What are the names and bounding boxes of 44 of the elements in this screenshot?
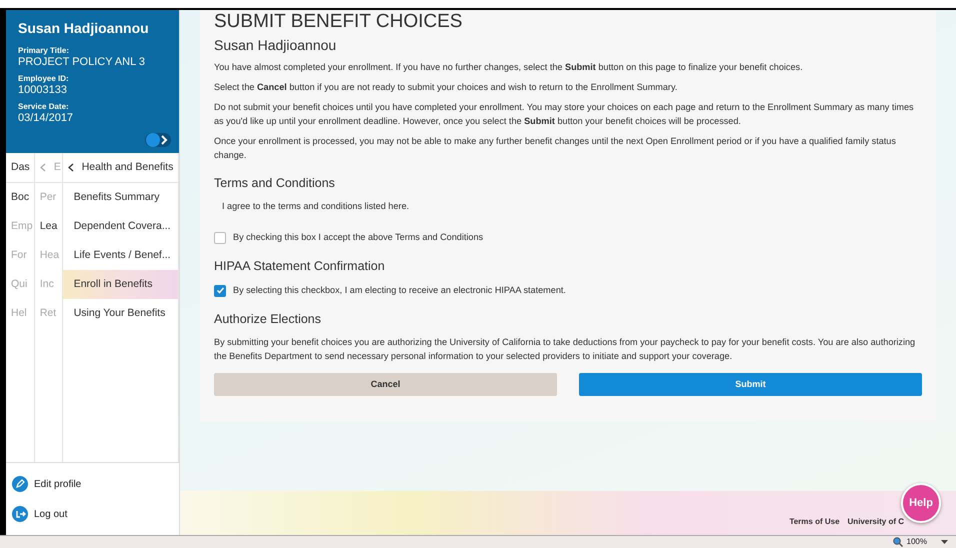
field-label: Service Date: <box>18 102 70 112</box>
checkbox-label: By checking this box I accept the above Terms and Conditions <box>233 231 484 244</box>
field-value: 10003133 <box>18 84 68 96</box>
employee-name: Susan Hadjioannou <box>18 19 150 38</box>
nav-item[interactable]: Lea <box>34 212 62 241</box>
footer-link[interactable]: University of C <box>848 516 904 528</box>
nav-item[interactable]: Boc <box>6 183 34 212</box>
nav-item[interactable]: Dependent Covera... <box>62 212 178 241</box>
field-value: 03/14/2017 <box>18 112 74 124</box>
field-label: Primary Title: <box>18 47 70 56</box>
field-label: Employee ID: <box>18 74 70 84</box>
paragraph: By submitting your benefit choices you are authorizing the University of California to take deductions from your paycheck to pay for your benefit costs. You are also authorizing the Benefits Department to send necessary personal information to your selected providers to initiate and support your coverage. <box>214 336 916 363</box>
checkbox[interactable] <box>214 232 226 244</box>
nav-item[interactable]: Using Your Benefits <box>62 299 178 328</box>
paragraph: Once your enrollment is processed, you may not be able to make any further benefit changes until the next Open Enrollment period or if you have a qualified family status change. <box>214 135 897 162</box>
paragraph: You have almost completed your enrollment. If you have no further changes, select the Submit button on this page to finalize your benefit choices. <box>214 60 804 74</box>
paragraph: Select the Cancel button if you are not ready to submit your choices and wish to return to the Enrollment Summary. <box>214 80 678 94</box>
section-heading: HIPAA Statement Confirmation <box>214 259 386 274</box>
account-link[interactable]: Log out <box>12 499 173 529</box>
nav-item[interactable]: Enroll in Benefits <box>62 270 178 299</box>
zoom-level: 100% <box>906 536 927 548</box>
field-value: PROJECT POLICY ANL 3 <box>18 56 146 68</box>
dropdown-caret-icon[interactable] <box>941 540 948 544</box>
zoom-icon[interactable] <box>892 537 903 547</box>
nav-item[interactable]: Life Events / Benef... <box>62 241 178 270</box>
employee-name: Susan Hadjioannou <box>214 37 338 54</box>
logout-icon <box>12 506 28 522</box>
nav-item[interactable]: Das <box>6 153 34 183</box>
back-link[interactable]: Health and Benefits <box>62 153 178 183</box>
checkbox-label: By selecting this checkbox, I am electing to receive an electronic HIPAA statement. <box>233 284 566 298</box>
section-heading: Terms and Conditions <box>214 176 336 192</box>
page-title: SUBMIT BENEFIT CHOICES <box>214 12 464 31</box>
checkbox[interactable] <box>214 284 226 297</box>
paragraph: I agree to the terms and conditions listed here. <box>221 200 410 214</box>
pencil-icon <box>12 476 28 492</box>
toggle-icon[interactable] <box>145 133 171 147</box>
chevron-left-icon[interactable] <box>68 163 74 172</box>
cancel-button[interactable]: Cancel <box>214 372 557 396</box>
account-link[interactable]: Edit profile <box>12 469 173 499</box>
submit-button[interactable]: Submit <box>579 372 922 396</box>
nav-item[interactable]: Benefits Summary <box>62 183 178 212</box>
paragraph: Do not submit your benefit choices until you have completed your enrollment. You may store your choices on each page and return to the Enrollment Summary as many times as you'd like up until your enrollment deadline. However, once you select the Submit button your benefit choices will be processed. <box>214 100 915 128</box>
footer-link[interactable]: Terms of Use <box>789 516 840 528</box>
section-heading: Authorize Elections <box>214 312 322 327</box>
